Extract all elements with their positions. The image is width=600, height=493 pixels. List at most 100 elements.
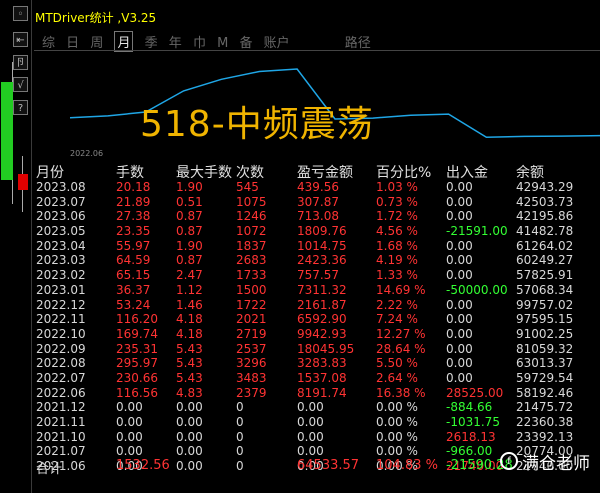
cell-percent: 0.00 %	[376, 400, 418, 415]
cell-trades: 1075	[236, 194, 267, 209]
cell-deposit: 0.00	[446, 209, 473, 224]
cell-deposit: 0.00	[446, 297, 473, 312]
cell-profit: 0.00	[297, 444, 324, 459]
cell-deposit: 0.00	[446, 194, 473, 209]
cell-balance: 58192.46	[516, 385, 574, 400]
cell-lots: 295.97	[116, 356, 158, 371]
cell-lots: 0.00	[116, 415, 143, 429]
check-tool-icon[interactable]: √	[13, 77, 28, 92]
cell-profit: 3283.83	[297, 356, 347, 371]
cell-month: 2023.04	[36, 238, 86, 253]
cell-max-lots: 4.18	[176, 326, 203, 341]
cell-deposit: 0.00	[446, 268, 473, 283]
cell-max-lots: 4.83	[176, 385, 203, 400]
cell-deposit: 0.00	[446, 341, 473, 356]
cell-max-lots: 0.00	[176, 429, 203, 444]
cell-deposit: 2618.13	[446, 429, 496, 444]
cell-balance: 99757.02	[516, 297, 574, 312]
cell-profit: 2423.36	[297, 253, 347, 268]
menu-item-m[interactable]: M	[217, 36, 228, 51]
table-row: 2023.05 23.35 0.87 1072 1809.76 4.56 % -21591.…	[0, 224, 600, 239]
total-label: 合计	[36, 462, 63, 477]
cell-deposit: 0.00	[446, 180, 473, 194]
watermark-text: 满仓老师	[522, 453, 590, 474]
cell-max-lots: 0.87	[176, 253, 203, 268]
total-profit: 64533.57	[297, 458, 360, 473]
menu-item-year[interactable]: 年	[169, 32, 182, 51]
table-row: 2022.10 169.74 4.18 2719 9942.93 12.27 % 0.00 9…	[0, 327, 600, 342]
cell-month: 2023.03	[36, 253, 86, 268]
cell-max-lots: 0.00	[176, 415, 203, 429]
menu-item-backup[interactable]: 备	[239, 32, 252, 51]
cell-balance: 42503.73	[516, 194, 574, 209]
cell-deposit: -50000.00	[446, 282, 508, 297]
menu-item-week[interactable]: 周	[90, 32, 103, 51]
cell-balance: 57825.91	[516, 268, 574, 283]
cell-percent: 1.33 %	[376, 268, 418, 283]
cell-percent: 2.22 %	[376, 297, 418, 312]
cell-profit: 6592.90	[297, 312, 347, 327]
cell-deposit: 28525.00	[446, 385, 504, 400]
menu-item-month[interactable]: 月	[114, 31, 134, 52]
cell-percent: 1.03 %	[376, 180, 418, 194]
cell-percent: 16.38 %	[376, 385, 426, 400]
cell-month: 2022.06	[36, 385, 86, 400]
cell-lots: 116.56	[116, 385, 158, 400]
cell-trades: 1722	[236, 297, 267, 312]
table-row: 2022.06 116.56 4.83 2379 8191.74 16.38 % 28525…	[0, 386, 600, 401]
cell-profit: 1537.08	[297, 370, 347, 385]
menu-item-overall[interactable]: 综	[42, 32, 55, 51]
cell-balance: 23392.13	[516, 429, 574, 444]
cell-month: 2021.12	[36, 400, 86, 415]
cell-lots: 0.00	[116, 429, 143, 444]
cell-profit: 0.00	[297, 415, 324, 429]
menu-item-account[interactable]: 账户	[264, 32, 290, 51]
circle-tool-icon[interactable]: ◦	[13, 6, 28, 21]
menu-item-custom[interactable]: 巾	[193, 32, 206, 51]
monthly-table: 2023.08 20.18 1.90 545 439.56 1.03 % 0.00 42943…	[0, 180, 600, 474]
cell-lots: 55.97	[116, 238, 151, 253]
cell-trades: 3296	[236, 356, 267, 371]
cell-lots: 53.24	[116, 297, 151, 312]
cell-lots: 230.66	[116, 370, 158, 385]
cell-trades: 0	[236, 400, 244, 415]
grid-tool-icon[interactable]: 卪	[13, 55, 28, 70]
cell-month: 2023.06	[36, 209, 86, 224]
cell-lots: 21.89	[116, 194, 151, 209]
cell-max-lots: 5.43	[176, 341, 203, 356]
cell-trades: 2537	[236, 341, 267, 356]
cell-percent: 0.00 %	[376, 444, 418, 459]
cell-trades: 0	[236, 429, 244, 444]
cell-profit: 18045.95	[297, 341, 355, 356]
table-row: 2023.02 65.15 2.47 1733 757.57 1.33 % 0.00 5782…	[0, 268, 600, 283]
menu-item-path[interactable]: 路径	[345, 32, 371, 51]
menu-item-quarter[interactable]: 季	[145, 32, 158, 51]
cell-percent: 4.56 %	[376, 224, 418, 239]
cell-month: 2023.02	[36, 268, 86, 283]
table-header: 月份 手数 最大手数 次数 盈亏金额 百分比% 出入金 余额	[0, 162, 600, 181]
cell-profit: 439.56	[297, 180, 339, 194]
table-row: 2023.06 27.38 0.87 1246 713.08 1.72 % 0.00 4219…	[0, 209, 600, 224]
table-row: 2023.04 55.97 1.90 1837 1014.75 1.68 % 0.00 612…	[0, 239, 600, 254]
cell-profit: 1809.76	[297, 224, 347, 239]
help-icon[interactable]: ?	[13, 100, 28, 115]
cell-deposit: -21591.00	[446, 224, 508, 239]
cell-profit: 1014.75	[297, 238, 347, 253]
cell-max-lots: 0.00	[176, 444, 203, 459]
cell-trades: 3483	[236, 370, 267, 385]
arrow-tool-icon[interactable]: ⇤	[13, 32, 28, 47]
cell-month: 2022.09	[36, 341, 86, 356]
cell-month: 2023.07	[36, 194, 86, 209]
cell-trades: 545	[236, 180, 259, 194]
menu-item-day[interactable]: 日	[66, 32, 79, 51]
cell-max-lots: 1.46	[176, 297, 203, 312]
cell-deposit: 0.00	[446, 356, 473, 371]
cell-deposit: 0.00	[446, 253, 473, 268]
cell-lots: 23.35	[116, 224, 151, 239]
cell-max-lots: 1.90	[176, 238, 203, 253]
cell-month: 2021.10	[36, 429, 86, 444]
cell-trades: 1500	[236, 282, 267, 297]
cell-balance: 81059.32	[516, 341, 574, 356]
cell-deposit: 0.00	[446, 238, 473, 253]
cell-percent: 28.64 %	[376, 341, 426, 356]
